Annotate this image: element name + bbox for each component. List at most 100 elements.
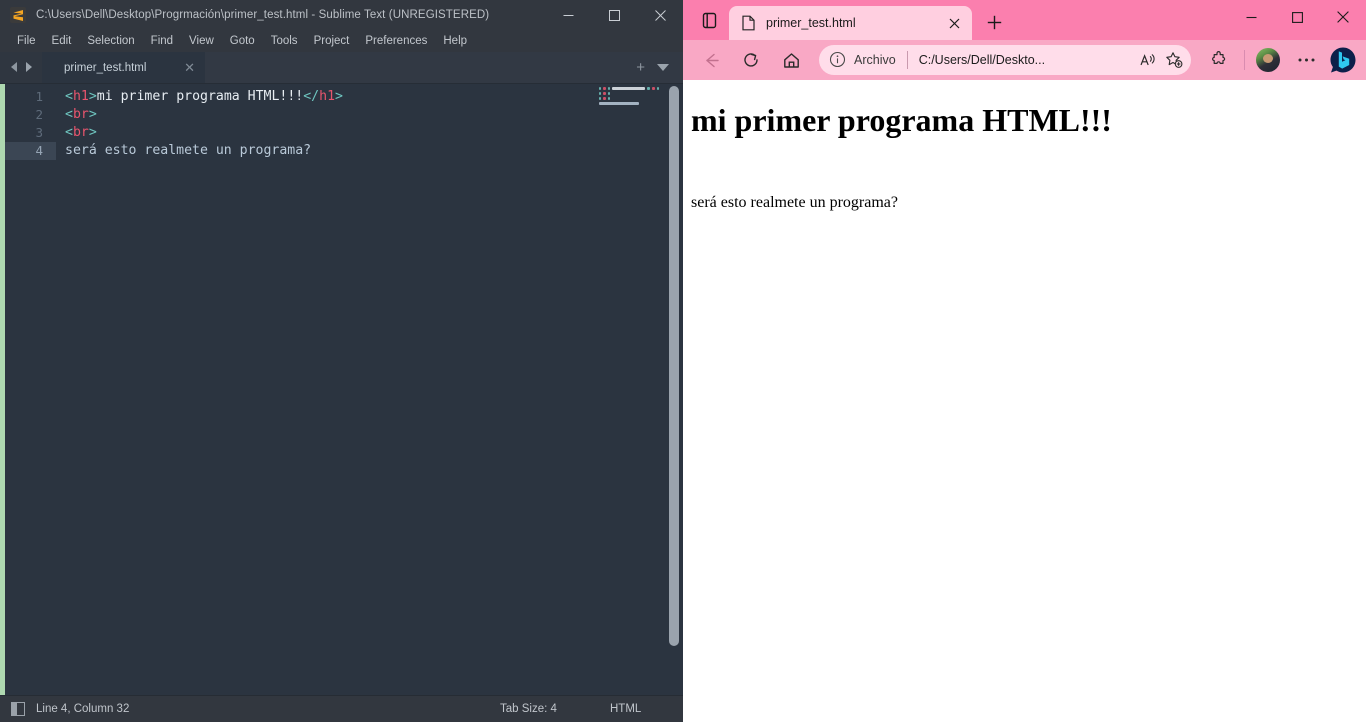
sublime-tab-close-icon[interactable]: ✕ <box>184 61 195 74</box>
minimap-segment <box>607 97 610 100</box>
menu-item-project[interactable]: Project <box>306 33 358 50</box>
code-token: br <box>72 107 89 122</box>
add-favorite-star-icon[interactable] <box>1161 47 1187 73</box>
menu-item-file[interactable]: File <box>9 33 44 50</box>
address-url-text[interactable]: C:/Users/Dell/Deskto... <box>919 53 1135 67</box>
editor-code-content[interactable]: <h1>mi primer programa HTML!!!</h1> <br>… <box>56 84 683 695</box>
menu-item-tools[interactable]: Tools <box>263 33 306 50</box>
browser-tab-close-icon[interactable] <box>944 13 964 33</box>
code-token: > <box>88 125 97 140</box>
read-aloud-icon[interactable] <box>1135 47 1161 73</box>
edge-tab-strip: primer_test.html <box>683 0 1366 40</box>
browser-tab-primer-test[interactable]: primer_test.html <box>729 6 972 40</box>
editor-minimap[interactable] <box>599 87 661 695</box>
minimap-segment <box>603 97 606 100</box>
minimap-segment <box>603 92 606 95</box>
minimap-segment <box>611 87 646 90</box>
minimap-line <box>599 87 661 90</box>
code-token: > <box>88 107 97 122</box>
sublime-new-tab-icon[interactable]: + <box>636 60 645 75</box>
code-token: > <box>88 89 97 104</box>
gutter-line-1: 1 <box>35 89 43 104</box>
code-line-2: <br> <box>65 106 683 124</box>
editor-gutter: 1 2 3 4 <box>5 84 56 695</box>
minimap-segment <box>651 87 655 90</box>
status-tab-size[interactable]: Tab Size: 4 <box>500 703 557 715</box>
sidebar-toggle-icon[interactable] <box>11 702 25 716</box>
gutter-line-3: 3 <box>35 125 43 140</box>
code-token: mi primer programa HTML!!! <box>96 89 304 104</box>
tab-nav-next-icon[interactable] <box>24 59 33 77</box>
menu-item-preferences[interactable]: Preferences <box>357 33 435 50</box>
edge-window-controls <box>1228 0 1366 34</box>
code-token: br <box>72 125 89 140</box>
sublime-menubar: File Edit Selection Find View Goto Tools… <box>0 30 683 52</box>
minimap-segment <box>656 87 659 90</box>
address-scheme-label: Archivo <box>854 53 896 67</box>
page-line-break-1 <box>691 138 1358 156</box>
gutter-line-2: 2 <box>35 107 43 122</box>
gutter-line-4: 4 <box>5 142 56 160</box>
page-paragraph: será esto realmete un programa? <box>691 194 899 212</box>
minimap-segment <box>607 92 610 95</box>
sublime-titlebar[interactable]: C:\Users\Dell\Desktop\Progrmación\primer… <box>0 0 683 30</box>
page-heading: mi primer programa HTML!!! <box>691 102 1112 138</box>
sublime-tab-dropdown-icon[interactable] <box>657 64 669 71</box>
sublime-tab-label: primer_test.html <box>64 61 147 74</box>
menu-item-help[interactable]: Help <box>435 33 475 50</box>
toolbar-divider <box>1244 50 1245 70</box>
back-arrow-icon[interactable] <box>695 44 727 76</box>
code-token: </ <box>303 89 320 104</box>
status-cursor-position: Line 4, Column 32 <box>36 703 130 715</box>
desktop-screen: C:\Users\Dell\Desktop\Progrmación\primer… <box>0 0 1366 722</box>
menu-item-find[interactable]: Find <box>143 33 181 50</box>
sublime-minimize-button[interactable] <box>545 0 591 30</box>
sublime-maximize-button[interactable] <box>591 0 637 30</box>
address-bar[interactable]: Archivo C:/Users/Dell/Deskto... <box>819 45 1191 75</box>
code-token: < <box>65 89 73 104</box>
sublime-window-controls <box>545 0 683 30</box>
edge-maximize-button[interactable] <box>1274 0 1320 34</box>
extensions-puzzle-icon[interactable] <box>1203 44 1235 76</box>
menu-item-selection[interactable]: Selection <box>79 33 142 50</box>
minimap-line <box>599 102 661 105</box>
profile-avatar[interactable] <box>1256 48 1280 72</box>
menu-item-edit[interactable]: Edit <box>44 33 80 50</box>
code-token: será esto realmete un programa? <box>65 143 312 158</box>
code-token: < <box>65 107 73 122</box>
edge-minimize-button[interactable] <box>1228 0 1274 34</box>
sublime-tab-primer-test[interactable]: primer_test.html ✕ <box>42 52 205 83</box>
more-settings-icon[interactable] <box>1290 44 1322 76</box>
code-line-3: <br> <box>65 124 683 142</box>
minimap-segment <box>607 87 610 90</box>
sublime-close-button[interactable] <box>637 0 683 30</box>
bing-copilot-icon[interactable] <box>1328 45 1358 75</box>
minimap-segment <box>599 97 601 100</box>
tab-nav-arrows[interactable] <box>0 52 42 83</box>
minimap-segment <box>599 87 601 90</box>
edge-close-button[interactable] <box>1320 0 1366 34</box>
minimap-segment <box>599 102 640 105</box>
new-tab-button[interactable] <box>978 6 1010 38</box>
menu-item-view[interactable]: View <box>181 33 222 50</box>
sublime-window-title: C:\Users\Dell\Desktop\Progrmación\primer… <box>36 9 490 21</box>
home-icon[interactable] <box>775 44 807 76</box>
code-line-1: <h1>mi primer programa HTML!!!</h1> <box>65 88 683 106</box>
rendered-page-content: mi primer programa HTML!!! será esto rea… <box>683 80 1366 722</box>
minimap-segment <box>603 87 606 90</box>
menu-item-goto[interactable]: Goto <box>222 33 263 50</box>
sublime-tabbar-actions: + <box>636 52 683 83</box>
status-syntax-mode[interactable]: HTML <box>610 703 641 715</box>
code-token: < <box>65 125 73 140</box>
minimap-line <box>599 92 661 95</box>
refresh-icon[interactable] <box>735 44 767 76</box>
tab-nav-prev-icon[interactable] <box>10 59 19 77</box>
sublime-editor-area[interactable]: 1 2 3 4 <h1>mi primer programa HTML!!!</… <box>0 84 683 695</box>
info-circle-icon[interactable] <box>829 51 847 69</box>
sublime-statusbar: Line 4, Column 32 Tab Size: 4 HTML <box>0 695 683 722</box>
editor-vertical-scrollbar[interactable] <box>669 86 679 646</box>
page-file-icon <box>741 15 757 31</box>
minimap-segment <box>599 92 601 95</box>
sublime-logo-icon <box>10 7 26 23</box>
tab-search-icon[interactable] <box>689 0 729 40</box>
